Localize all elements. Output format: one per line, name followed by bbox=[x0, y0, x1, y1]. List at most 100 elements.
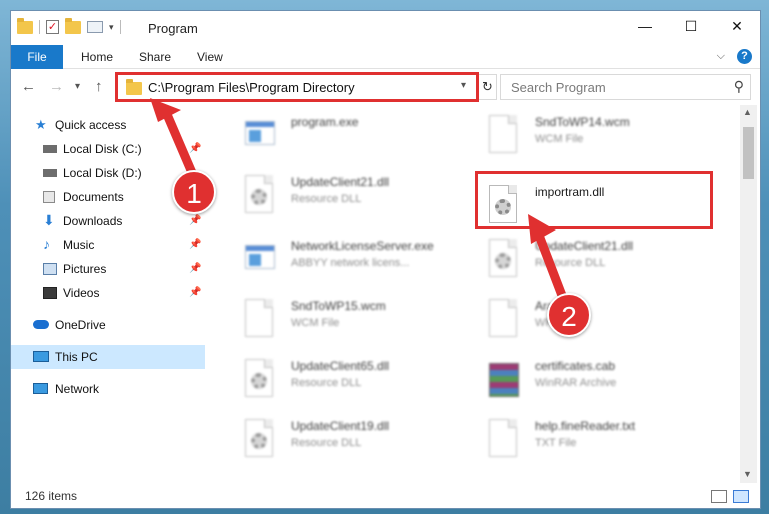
file-item[interactable]: program.exe bbox=[241, 111, 481, 167]
back-arrow-icon[interactable]: ← bbox=[21, 78, 36, 95]
sidebar-item-label: Music bbox=[63, 238, 95, 252]
sidebar-item-onedrive[interactable]: OneDrive bbox=[11, 313, 205, 337]
quick-access-toolbar: ✓ ▾ bbox=[17, 17, 121, 34]
vertical-scrollbar[interactable]: ▲ ▼ bbox=[740, 105, 757, 483]
file-type: WCM File bbox=[291, 317, 340, 329]
pin-icon[interactable]: 📌 bbox=[189, 263, 201, 274]
network-icon bbox=[33, 383, 48, 394]
search-icon[interactable]: ⚲ bbox=[734, 78, 744, 95]
file-item[interactable]: SndToWP15.wcm WCM File bbox=[241, 295, 481, 351]
file-type: WinRAR Archive bbox=[535, 377, 617, 389]
large-icons-view-icon[interactable] bbox=[733, 490, 749, 503]
file-item[interactable]: NetworkLicenseServer.exe ABBYY network l… bbox=[241, 235, 481, 291]
file-item[interactable]: certificates.cab WinRAR Archive bbox=[485, 355, 725, 411]
sidebar-item-downloads[interactable]: ⬇ Downloads 📌 bbox=[11, 209, 205, 233]
file-type: ABBYY network licens... bbox=[291, 257, 410, 269]
tab-view[interactable]: View bbox=[183, 45, 237, 69]
download-icon: ⬇ bbox=[43, 212, 55, 228]
sidebar-item-network[interactable]: Network bbox=[11, 377, 205, 401]
document-icon bbox=[485, 299, 521, 343]
address-highlight-box bbox=[115, 72, 479, 102]
file-item[interactable]: UpdateClient21.dll Resource DLL bbox=[241, 171, 481, 227]
pin-icon[interactable]: 📌 bbox=[189, 215, 201, 226]
recent-locations-chevron-icon[interactable]: ▾ bbox=[75, 81, 80, 92]
status-bar: 126 items bbox=[11, 485, 760, 508]
sidebar-item-videos[interactable]: Videos 📌 bbox=[11, 281, 205, 305]
file-list: program.exe SndToWP14.wcm WCM File Updat… bbox=[207, 105, 739, 483]
sidebar-item-label: Documents bbox=[63, 190, 124, 204]
up-arrow-icon[interactable]: ↑ bbox=[95, 78, 103, 95]
properties-check-icon[interactable]: ✓ bbox=[46, 20, 59, 34]
music-icon: ♪ bbox=[43, 236, 50, 252]
pin-icon[interactable]: 📌 bbox=[189, 143, 201, 154]
tab-file[interactable]: File bbox=[11, 45, 63, 69]
file-type: Resource DLL bbox=[291, 377, 362, 389]
file-name: NetworkLicenseServer.exe bbox=[291, 239, 434, 253]
scrollbar-thumb[interactable] bbox=[743, 127, 754, 179]
minimize-button[interactable]: — bbox=[622, 11, 668, 41]
file-item[interactable]: UpdateClient19.dll Resource DLL bbox=[241, 415, 481, 471]
file-item[interactable]: SndToWP14.wcm WCM File bbox=[485, 111, 725, 167]
customize-icon[interactable] bbox=[87, 21, 103, 33]
sidebar-item-label: OneDrive bbox=[55, 318, 106, 332]
step-2-badge: 2 bbox=[547, 293, 591, 337]
sidebar-item-music[interactable]: ♪ Music 📌 bbox=[11, 233, 205, 257]
file-item[interactable]: help.fineReader.txt TXT File bbox=[485, 415, 725, 471]
scroll-up-icon[interactable]: ▲ bbox=[743, 107, 752, 117]
sidebar-item-quick-access[interactable]: ★ Quick access bbox=[11, 113, 205, 137]
forward-arrow-icon[interactable]: → bbox=[49, 78, 64, 95]
sidebar-item-label: Downloads bbox=[63, 214, 123, 228]
search-box[interactable]: Search Program ⚲ bbox=[500, 74, 751, 100]
new-folder-icon[interactable] bbox=[65, 17, 81, 34]
file-name: UpdateClient21.dll bbox=[291, 175, 390, 189]
chevron-down-icon[interactable]: ⌵ bbox=[717, 50, 725, 63]
file-name: program.exe bbox=[291, 115, 359, 129]
maximize-button[interactable]: ☐ bbox=[668, 11, 714, 41]
archive-icon bbox=[485, 359, 521, 403]
dll-icon bbox=[241, 175, 277, 219]
pictures-icon bbox=[43, 263, 57, 275]
drive-icon bbox=[43, 145, 57, 153]
pin-icon[interactable]: 📌 bbox=[189, 239, 201, 250]
sidebar-item-label: Quick access bbox=[55, 118, 127, 132]
star-icon: ★ bbox=[35, 117, 47, 132]
refresh-icon[interactable]: ↻ bbox=[477, 75, 497, 99]
sidebar-item-pictures[interactable]: Pictures 📌 bbox=[11, 257, 205, 281]
step-1-badge: 1 bbox=[172, 170, 216, 214]
file-type: TXT File bbox=[535, 437, 577, 449]
dll-icon bbox=[241, 419, 277, 463]
window-title: Program bbox=[148, 21, 198, 36]
sidebar-item-label: This PC bbox=[55, 350, 98, 364]
help-icon[interactable]: ? bbox=[737, 49, 752, 64]
file-highlight-box bbox=[475, 171, 713, 229]
dll-icon bbox=[241, 359, 277, 403]
item-count: 126 items bbox=[25, 489, 78, 503]
search-input[interactable]: Search Program bbox=[511, 80, 606, 95]
document-icon bbox=[241, 299, 277, 343]
ribbon-tabs: File Home Share View ⌵ ? bbox=[11, 45, 760, 69]
sidebar-item-local-disk-c[interactable]: Local Disk (C:) 📌 bbox=[11, 137, 205, 161]
computer-icon bbox=[33, 351, 49, 362]
pin-icon[interactable]: 📌 bbox=[189, 287, 201, 298]
file-item[interactable]: UpdateClient21.dll Resource DLL bbox=[485, 235, 725, 291]
close-button[interactable]: ✕ bbox=[714, 11, 760, 41]
file-name: SndToWP14.wcm bbox=[535, 115, 630, 129]
details-view-icon[interactable] bbox=[711, 490, 727, 503]
file-type: Resource DLL bbox=[535, 257, 606, 269]
document-icon bbox=[485, 419, 521, 463]
file-item[interactable]: UpdateClient65.dll Resource DLL bbox=[241, 355, 481, 411]
tab-share[interactable]: Share bbox=[125, 45, 185, 69]
chevron-down-icon[interactable]: ▾ bbox=[109, 22, 114, 33]
cloud-icon bbox=[33, 320, 49, 329]
scroll-down-icon[interactable]: ▼ bbox=[743, 469, 752, 479]
file-item[interactable]: Arabic.dll WR... bbox=[485, 295, 725, 351]
sidebar-item-this-pc[interactable]: This PC bbox=[11, 345, 205, 369]
dll-icon bbox=[485, 239, 521, 283]
address-row: ← → ▾ ↑ C:\Program Files\Program Directo… bbox=[11, 71, 760, 103]
tab-home[interactable]: Home bbox=[67, 45, 127, 69]
folder-icon bbox=[17, 17, 33, 34]
ribbon-right-controls: ⌵ ? bbox=[717, 49, 752, 64]
document-icon bbox=[485, 115, 521, 159]
videos-icon bbox=[43, 287, 57, 299]
divider bbox=[119, 20, 121, 34]
